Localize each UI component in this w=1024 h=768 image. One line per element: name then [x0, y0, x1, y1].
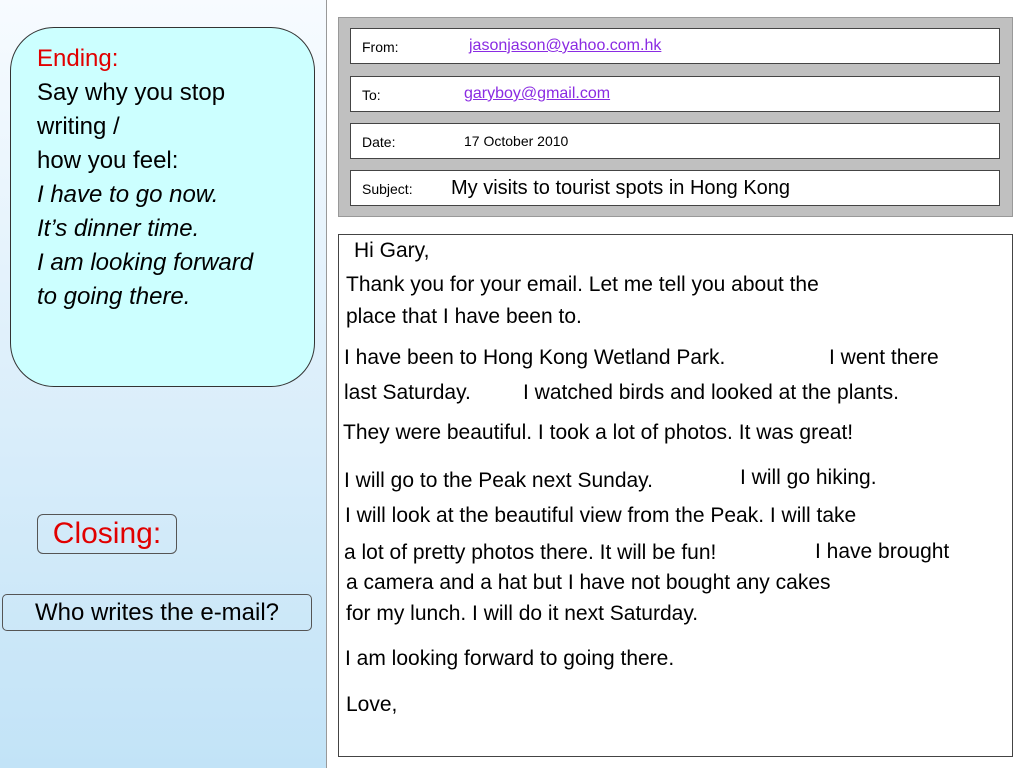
- question-box: Who writes the e-mail?: [2, 594, 312, 631]
- subject-label: Subject:: [362, 181, 413, 197]
- body-line-7: I will look at the beautiful view from t…: [345, 504, 857, 527]
- body-line-6a: I will go to the Peak next Sunday.: [344, 469, 653, 492]
- body-line-4a: last Saturday.: [344, 381, 471, 404]
- ending-line-2: writing /: [37, 113, 120, 140]
- body-line-2: place that I have been to.: [346, 305, 582, 328]
- body-line-3a: I have been to Hong Kong Wetland Park.: [344, 346, 726, 369]
- body-line-9: a camera and a hat but I have not bought…: [346, 571, 831, 594]
- body-line-5: They were beautiful. I took a lot of pho…: [343, 421, 854, 444]
- to-email-link[interactable]: garyboy@gmail.com: [464, 85, 610, 103]
- greeting: Hi Gary,: [354, 239, 430, 262]
- ending-example-2: It’s dinner time.: [37, 215, 200, 242]
- subject-value: My visits to tourist spots in Hong Kong: [451, 177, 791, 199]
- body-line-10: for my lunch. I will do it next Saturday…: [346, 602, 699, 625]
- date-field: Date: 17 October 2010: [350, 123, 1000, 159]
- closing-label: Closing:: [37, 514, 177, 554]
- ending-heading: Ending:: [37, 45, 119, 72]
- body-line-11: I am looking forward to going there.: [345, 647, 675, 670]
- ending-line-1: Say why you stop: [37, 79, 226, 106]
- ending-example-4: to going there.: [37, 283, 191, 310]
- body-line-6b: I will go hiking.: [740, 466, 877, 489]
- date-value: 17 October 2010: [464, 133, 569, 149]
- subject-field: Subject: My visits to tourist spots in H…: [350, 170, 1000, 206]
- body-line-3b: I went there: [829, 346, 939, 369]
- from-field: From: jasonjason@yahoo.com.hk: [350, 28, 1000, 64]
- from-label: From:: [362, 39, 399, 55]
- body-line-1: Thank you for your email. Let me tell yo…: [346, 273, 819, 296]
- signoff: Love,: [346, 693, 398, 716]
- from-email-link[interactable]: jasonjason@yahoo.com.hk: [469, 37, 661, 55]
- body-line-8b: I have brought: [815, 540, 950, 563]
- to-field: To: garyboy@gmail.com: [350, 76, 1000, 112]
- ending-text: Ending: Say why you stop writing / how y…: [37, 42, 312, 314]
- ending-example-3: I am looking forward: [37, 249, 254, 276]
- body-line-8a: a lot of pretty photos there. It will be…: [344, 541, 717, 564]
- date-label: Date:: [362, 134, 396, 150]
- body-line-4b: I watched birds and looked at the plants…: [523, 381, 899, 404]
- ending-line-3: how you feel:: [37, 147, 179, 174]
- ending-example-1: I have to go now.: [37, 181, 219, 208]
- to-label: To:: [362, 87, 381, 103]
